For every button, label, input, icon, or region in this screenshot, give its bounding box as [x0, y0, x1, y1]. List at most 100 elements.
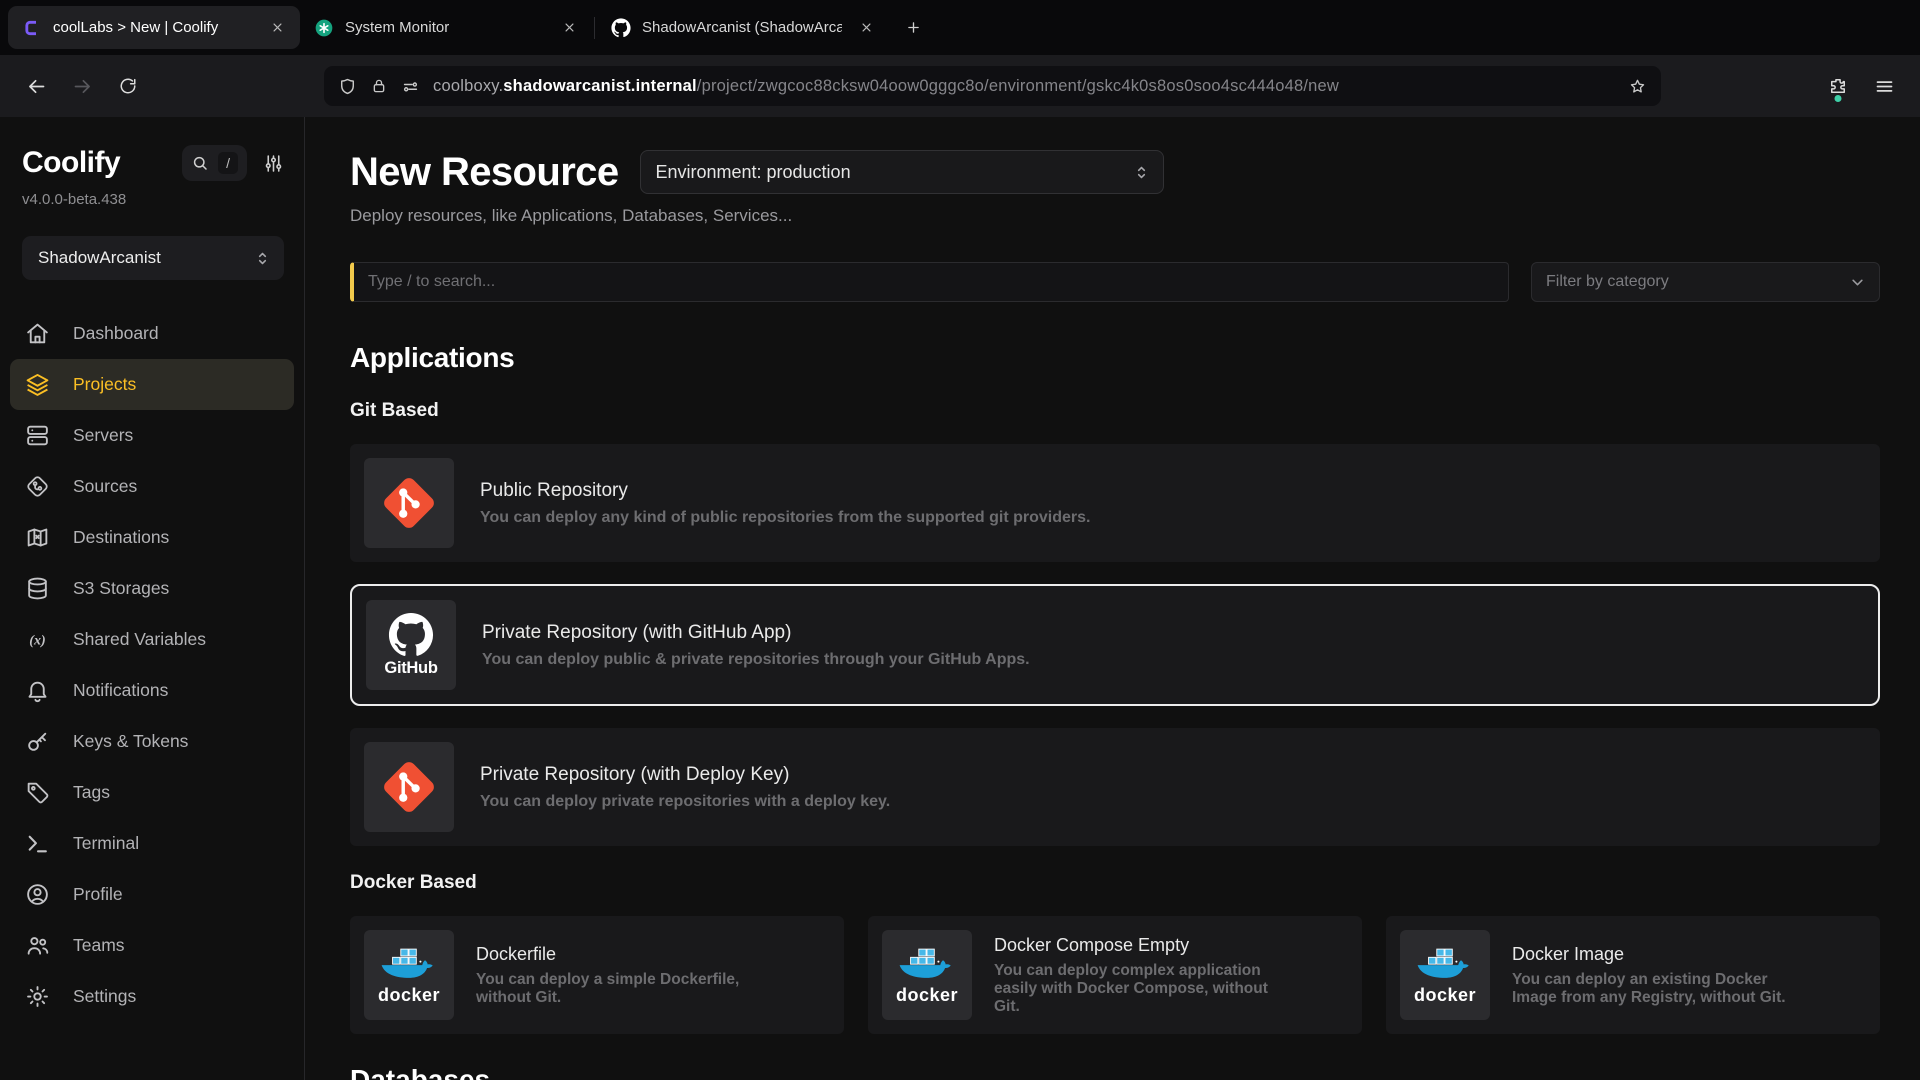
databases-heading-partial: Databases: [350, 1064, 1880, 1080]
gear-icon: [25, 984, 50, 1009]
sidebar-item-profile[interactable]: Profile: [10, 869, 294, 920]
sidebar-item-notifications[interactable]: Notifications: [10, 665, 294, 716]
card-title: Dockerfile: [476, 944, 776, 965]
reload-button[interactable]: [110, 68, 146, 104]
docker-logo-icon: docker: [364, 930, 454, 1020]
browser-toolbar: coolboxy.shadowarcanist.internal/project…: [0, 55, 1920, 117]
extensions-button[interactable]: [1820, 68, 1856, 104]
tab-system-monitor[interactable]: System Monitor: [300, 6, 592, 49]
user-circle-icon: [25, 882, 50, 907]
sidebar-item-shared-variables[interactable]: Shared Variables: [10, 614, 294, 665]
version-label: v4.0.0-beta.438: [22, 191, 284, 208]
docker-card-list: docker Dockerfile You can deploy a simpl…: [350, 916, 1880, 1034]
card-description: You can deploy an existing Docker Image …: [1512, 971, 1812, 1007]
tab-title: System Monitor: [345, 19, 545, 36]
card-public-repository[interactable]: Public Repository You can deploy any kin…: [350, 444, 1880, 562]
card-description: You can deploy any kind of public reposi…: [480, 509, 1090, 527]
resource-search-input[interactable]: [350, 262, 1509, 302]
card-title: Public Repository: [480, 480, 1090, 502]
back-button[interactable]: [18, 68, 54, 104]
browser-window: coolLabs > New | Coolify System Monitor …: [0, 0, 1920, 1080]
git-diamond-icon: [25, 474, 50, 499]
tab-github[interactable]: ShadowArcanist (ShadowArcani: [597, 6, 889, 49]
card-private-repository-github-app[interactable]: GitHub Private Repository (with GitHub A…: [350, 584, 1880, 706]
server-icon: [25, 423, 50, 448]
tab-bar: coolLabs > New | Coolify System Monitor …: [0, 0, 1920, 55]
puzzle-icon: [1828, 76, 1848, 96]
extension-badge-dot: [1835, 95, 1842, 102]
bookmark-star-icon[interactable]: [1628, 77, 1647, 96]
card-docker-compose-empty[interactable]: docker Docker Compose Empty You can depl…: [868, 916, 1362, 1034]
sidebar-item-tags[interactable]: Tags: [10, 767, 294, 818]
sidebar-search-button[interactable]: /: [182, 145, 247, 181]
sidebar-item-servers[interactable]: Servers: [10, 410, 294, 461]
forward-button[interactable]: [64, 68, 100, 104]
sidebar-nav: Dashboard Projects Servers Sources Desti…: [10, 308, 294, 1022]
tab-title: ShadowArcanist (ShadowArcani: [642, 19, 842, 36]
url-text: coolboxy.shadowarcanist.internal/project…: [433, 77, 1615, 96]
docker-based-heading: Docker Based: [350, 872, 1880, 894]
git-card-list: Public Repository You can deploy any kin…: [350, 444, 1880, 846]
map-icon: [25, 525, 50, 550]
sidebar-item-destinations[interactable]: Destinations: [10, 512, 294, 563]
card-title: Private Repository (with GitHub App): [482, 622, 1030, 644]
card-private-repository-deploy-key[interactable]: Private Repository (with Deploy Key) You…: [350, 728, 1880, 846]
card-title: Docker Compose Empty: [994, 935, 1294, 956]
card-docker-image[interactable]: docker Docker Image You can deploy an ex…: [1386, 916, 1880, 1034]
lock-icon[interactable]: [370, 77, 388, 95]
layers-icon: [25, 372, 50, 397]
team-selector-value: ShadowArcanist: [38, 248, 161, 268]
tab-close-icon[interactable]: [556, 15, 582, 41]
coolify-logo-icon: [22, 18, 42, 38]
page-title: New Resource: [350, 150, 618, 194]
chevron-down-icon: [1848, 273, 1867, 292]
github-wordmark: GitHub: [384, 659, 437, 678]
terminal-icon: [25, 831, 50, 856]
category-filter-value: Filter by category: [1546, 273, 1669, 291]
card-title: Private Repository (with Deploy Key): [480, 764, 890, 786]
chevron-updown-icon: [253, 249, 272, 268]
docker-logo-icon: docker: [1400, 930, 1490, 1020]
plus-icon: [905, 19, 922, 36]
card-description: You can deploy private repositories with…: [480, 793, 890, 811]
page-subtitle: Deploy resources, like Applications, Dat…: [350, 206, 1880, 226]
git-logo-icon: [364, 458, 454, 548]
sidebar-item-settings[interactable]: Settings: [10, 971, 294, 1022]
team-selector[interactable]: ShadowArcanist: [22, 236, 284, 280]
app-menu-button[interactable]: [1866, 68, 1902, 104]
app-title: Coolify: [22, 148, 120, 178]
github-logo-icon: GitHub: [366, 600, 456, 690]
sidebar-item-projects[interactable]: Projects: [10, 359, 294, 410]
bell-icon: [25, 678, 50, 703]
docker-wordmark: docker: [896, 985, 958, 1006]
sidebar-item-keys-tokens[interactable]: Keys & Tokens: [10, 716, 294, 767]
applications-heading: Applications: [350, 342, 1880, 374]
permissions-icon[interactable]: [401, 77, 420, 96]
search-shortcut-hint: /: [218, 152, 238, 174]
variable-icon: [25, 627, 50, 652]
url-bar[interactable]: coolboxy.shadowarcanist.internal/project…: [324, 66, 1661, 106]
shield-icon[interactable]: [338, 77, 357, 96]
tab-close-icon[interactable]: [264, 15, 290, 41]
new-tab-button[interactable]: [895, 10, 931, 46]
tab-close-icon[interactable]: [853, 15, 879, 41]
coolify-app: Coolify / v4.0.0-beta.438 ShadowArcanist…: [0, 117, 1920, 1080]
tab-title: coolLabs > New | Coolify: [53, 19, 253, 36]
docker-wordmark: docker: [1414, 985, 1476, 1006]
sidebar-item-sources[interactable]: Sources: [10, 461, 294, 512]
sidebar-item-teams[interactable]: Teams: [10, 920, 294, 971]
category-filter-select[interactable]: Filter by category: [1531, 262, 1880, 302]
system-monitor-icon: [314, 18, 334, 38]
sidebar-item-dashboard[interactable]: Dashboard: [10, 308, 294, 359]
environment-select[interactable]: Environment: production: [640, 150, 1164, 194]
card-description: You can deploy public & private reposito…: [482, 651, 1030, 669]
tab-coolify[interactable]: coolLabs > New | Coolify: [8, 6, 300, 49]
main-content: New Resource Environment: production Dep…: [305, 117, 1920, 1080]
card-description: You can deploy a simple Dockerfile, with…: [476, 971, 776, 1007]
sidebar-filters-button[interactable]: [263, 153, 284, 174]
card-title: Docker Image: [1512, 944, 1812, 965]
card-dockerfile[interactable]: docker Dockerfile You can deploy a simpl…: [350, 916, 844, 1034]
sidebar-item-s3-storages[interactable]: S3 Storages: [10, 563, 294, 614]
sidebar-item-terminal[interactable]: Terminal: [10, 818, 294, 869]
tab-separator: [594, 17, 595, 39]
